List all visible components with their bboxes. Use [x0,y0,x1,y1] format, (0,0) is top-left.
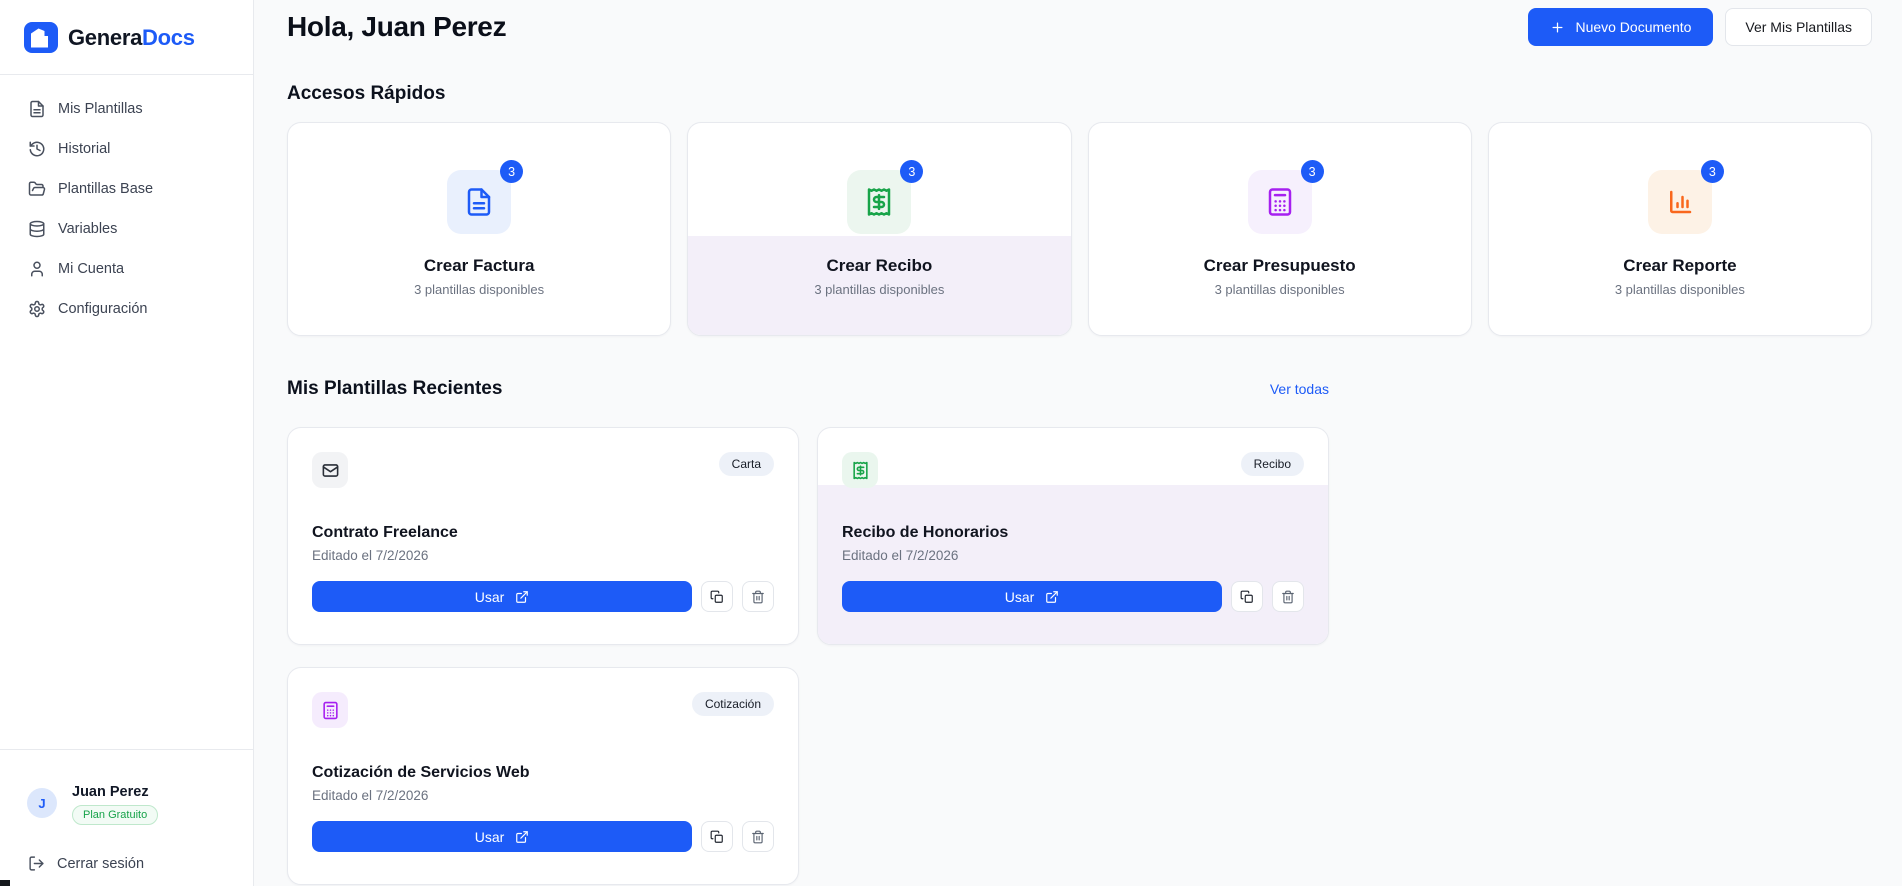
avatar[interactable]: J [27,788,57,818]
quick-card-crear-presupuesto[interactable]: 3 Crear Presupuesto 3 plantillas disponi… [1087,122,1472,336]
sidebar-item-label: Mi Cuenta [58,261,125,277]
duplicate-template-button[interactable] [1231,581,1263,612]
trash-icon [752,830,764,843]
sidebar-nav: Mis Plantillas Historial Plantillas Base… [0,75,253,329]
use-template-button[interactable]: Usar [312,581,692,612]
template-count-badge: 3 [500,160,524,183]
quick-card-title: Crear Reporte [1623,256,1737,275]
view-my-templates-button[interactable]: Ver Mis Plantillas [1725,8,1872,46]
quick-card-title: Crear Factura [423,256,535,275]
brand-name: GeneraDocs [68,24,195,50]
recent-section-header: Mis Plantillas Recientes Ver todas [287,378,1329,400]
database-icon [29,220,45,238]
delete-template-button[interactable] [1272,581,1304,612]
sidebar: GeneraDocs Mis Plantillas Historial Plan… [0,0,254,886]
brand-logo-icon [24,22,58,53]
quick-card-subtitle: 3 plantillas disponibles [414,282,545,297]
quick-card-subtitle: 3 plantillas disponibles [1214,282,1345,297]
delete-template-button[interactable] [742,821,774,852]
sidebar-item-variables[interactable]: Variables [0,209,253,249]
logout-button[interactable]: Cerrar sesión [0,855,253,872]
user-block: J Juan Perez Plan Gratuito [0,750,253,825]
external-link-icon [1046,590,1059,603]
template-title: Recibo de Honorarios [842,524,1009,541]
invoice-icon [467,188,491,216]
template-title: Cotización de Servicios Web [312,764,530,781]
template-title: Contrato Freelance [312,524,458,541]
recent-templates-grid: Carta Contrato Freelance Editado el 7/2/… [287,427,1329,885]
main-content: Hola, Juan Perez Nuevo Documento Ver Mis… [254,0,1902,886]
plan-badge: Plan Gratuito [72,805,159,825]
brand-logo[interactable]: GeneraDocs [0,0,253,74]
new-document-button[interactable]: Nuevo Documento [1528,8,1714,46]
external-link-icon [516,590,529,603]
sidebar-item-label: Variables [58,221,118,237]
page-title: Hola, Juan Perez [287,11,507,42]
type-badge: Carta [718,452,774,476]
envelope-icon [322,463,338,477]
template-edited-date: Editado el 7/2/2026 [312,788,429,803]
type-badge: Cotización [691,692,774,716]
plus-icon [1552,22,1563,32]
quick-card-subtitle: 3 plantillas disponibles [1614,282,1745,297]
sidebar-item-label: Configuración [58,301,148,317]
type-badge: Recibo [1240,452,1304,476]
app-root: GeneraDocs Mis Plantillas Historial Plan… [0,0,1902,886]
copy-icon [1240,590,1253,603]
bar-chart-icon [1669,190,1692,214]
quick-card-crear-reporte[interactable]: 3 Crear Reporte 3 plantillas disponibles [1487,122,1872,336]
gear-icon [29,300,45,318]
file-text-icon [30,100,44,118]
template-count-badge: 3 [900,160,924,183]
receipt-icon [868,188,891,216]
template-edited-date: Editado el 7/2/2026 [842,548,959,563]
template-card-cotizacion-de-servicios-web: Cotización Cotización de Servicios Web E… [287,667,799,885]
logout-label: Cerrar sesión [57,855,145,872]
user-icon [31,261,43,277]
sidebar-item-mis-plantillas[interactable]: Mis Plantillas [0,89,253,129]
template-edited-date: Editado el 7/2/2026 [312,548,429,563]
delete-template-button[interactable] [742,581,774,612]
screen-corner-artifact [0,880,10,886]
use-template-button[interactable]: Usar [312,821,692,852]
logout-icon [29,856,44,871]
page-header: Hola, Juan Perez Nuevo Documento Ver Mis… [287,8,1872,46]
sidebar-item-label: Plantillas Base [58,181,154,197]
copy-icon [710,830,723,843]
template-count-badge: 3 [1700,160,1724,183]
trash-icon [752,590,764,603]
quick-access-title: Accesos Rápidos [287,83,446,104]
quick-access-grid: 3 Crear Factura 3 plantillas disponibles… [287,122,1872,336]
quick-card-subtitle: 3 plantillas disponibles [814,282,945,297]
receipt-icon [852,461,868,479]
quick-card-title: Crear Recibo [826,256,933,275]
calculator-icon [1268,188,1291,216]
history-icon [29,141,45,157]
calculator-icon [322,701,338,719]
sidebar-item-mi-cuenta[interactable]: Mi Cuenta [0,249,253,289]
view-all-link[interactable]: Ver todas [1270,381,1329,397]
sidebar-item-label: Mis Plantillas [58,101,143,117]
external-link-icon [516,830,529,843]
duplicate-template-button[interactable] [701,821,733,852]
recent-title: Mis Plantillas Recientes [287,378,503,399]
template-count-badge: 3 [1300,160,1324,183]
sidebar-item-label: Historial [58,141,111,157]
use-template-button[interactable]: Usar [842,581,1222,612]
folder-open-icon [28,181,46,196]
duplicate-template-button[interactable] [701,581,733,612]
quick-card-crear-factura[interactable]: 3 Crear Factura 3 plantillas disponibles [287,122,672,336]
sidebar-item-configuracion[interactable]: Configuración [0,289,253,329]
sidebar-item-historial[interactable]: Historial [0,129,253,169]
user-name: Juan Perez [72,784,149,800]
template-card-recibo-de-honorarios: Recibo Recibo de Honorarios Editado el 7… [817,427,1329,645]
quick-card-crear-recibo[interactable]: 3 Crear Recibo 3 plantillas disponibles [687,122,1072,336]
quick-card-title: Crear Presupuesto [1203,256,1356,275]
copy-icon [710,590,723,603]
template-card-contrato-freelance: Carta Contrato Freelance Editado el 7/2/… [287,427,799,645]
sidebar-item-plantillas-base[interactable]: Plantillas Base [0,169,253,209]
trash-icon [1282,590,1294,603]
